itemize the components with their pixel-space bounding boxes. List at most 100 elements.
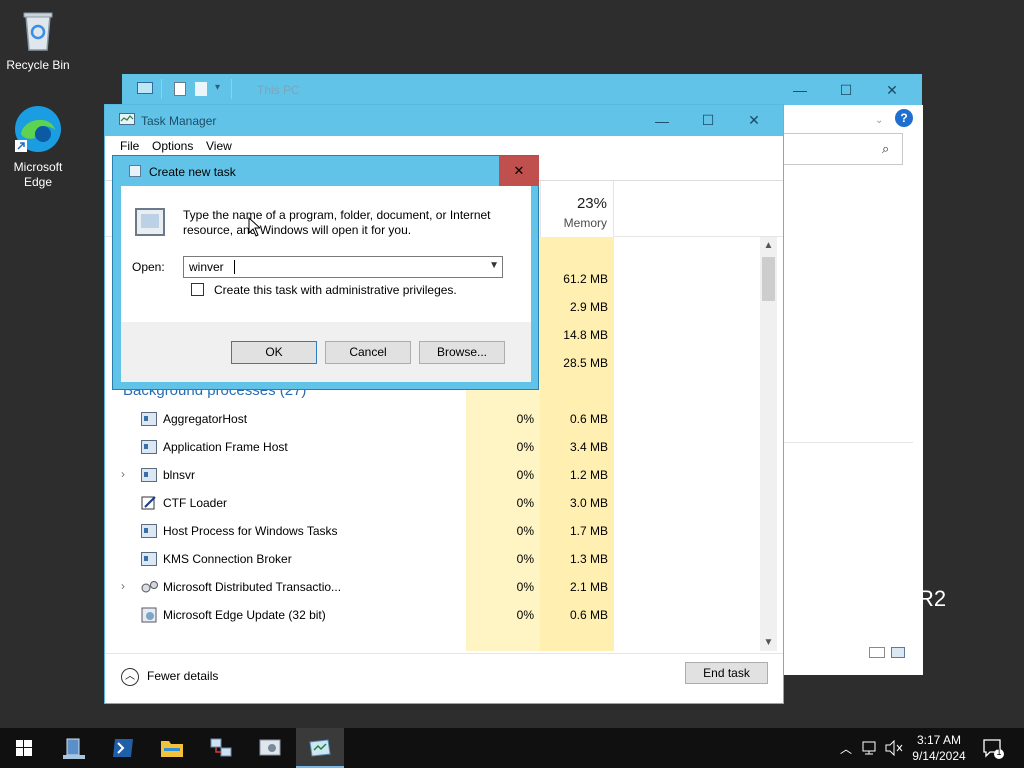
edge-update-icon <box>141 607 157 623</box>
dialog-close-button[interactable]: ✕ <box>499 156 539 186</box>
large-icons-view-icon[interactable] <box>891 647 905 658</box>
task-manager-app-icon <box>119 113 135 125</box>
cancel-button[interactable]: Cancel <box>325 341 411 364</box>
clock-date: 9/14/2024 <box>912 749 966 763</box>
open-combobox[interactable]: winver ▼ <box>183 256 503 278</box>
process-name: CTF Loader <box>163 496 228 510</box>
start-button[interactable] <box>0 728 48 768</box>
network-status-icon[interactable] <box>862 740 880 756</box>
taskbar-file-explorer[interactable] <box>148 728 196 768</box>
process-list-scrollbar[interactable]: ▲ ▼ <box>760 237 777 651</box>
explorer-maximize-button[interactable]: ☐ <box>823 75 869 105</box>
dialog-titlebar[interactable]: Create new task ✕ <box>113 156 539 186</box>
task-manager-titlebar[interactable]: Task Manager — ☐ ✕ <box>105 105 783 136</box>
process-memory: 1.3 MB <box>569 552 608 566</box>
browse-button[interactable]: Browse... <box>419 341 505 364</box>
recycle-bin-label: Recycle Bin <box>6 58 70 72</box>
recycle-bin-icon <box>23 12 53 51</box>
table-row[interactable]: Host Process for Windows Tasks 0% 1.7 MB <box>105 517 760 545</box>
taskbar-powershell[interactable] <box>99 728 147 768</box>
ribbon-expand-icon[interactable]: ⌄ <box>875 115 883 126</box>
explorer-minimize-button[interactable]: — <box>777 75 823 105</box>
process-name: AggregatorHost <box>163 412 248 426</box>
taskbar-clock[interactable]: 3:17 AM 9/14/2024 <box>906 732 972 764</box>
table-row[interactable]: › blnsvr 0% 1.2 MB <box>105 461 760 489</box>
taskbar-network[interactable] <box>197 728 245 768</box>
process-name: Host Process for Windows Tasks <box>163 524 338 538</box>
properties-icon[interactable] <box>174 82 186 96</box>
process-memory: 3.4 MB <box>569 440 608 454</box>
task-manager-close-button[interactable]: ✕ <box>731 105 777 136</box>
expand-chevron-icon[interactable]: › <box>121 579 125 593</box>
dialog-message: Type the name of a program, folder, docu… <box>183 208 491 237</box>
menu-view[interactable]: View <box>206 139 232 153</box>
table-row[interactable]: › Microsoft Distributed Transactio... 0%… <box>105 573 760 601</box>
recycle-bin-shortcut[interactable]: Recycle Bin <box>0 8 76 73</box>
process-memory: 3.0 MB <box>569 496 608 510</box>
dialog-content-area: Type the name of a program, folder, docu… <box>121 186 531 322</box>
explorer-search-box[interactable]: ⌕ <box>783 133 903 165</box>
task-manager-minimize-button[interactable]: — <box>639 105 685 136</box>
fewer-details-label: Fewer details <box>147 669 219 684</box>
process-name: KMS Connection Broker <box>163 552 292 566</box>
task-manager-menubar: File Options View <box>105 136 783 156</box>
taskbar-task-manager[interactable] <box>296 728 344 768</box>
quick-access-dropdown-icon[interactable]: ▾ <box>215 82 220 93</box>
process-cpu: 0% <box>516 608 534 622</box>
taskbar: ︿ 3:17 AM 9/14/2024 1 <box>0 728 1024 768</box>
server-manager-icon <box>63 738 85 759</box>
expand-chevron-icon[interactable]: › <box>121 467 125 481</box>
table-row[interactable]: Microsoft Edge Update (32 bit) 0% 0.6 MB <box>105 601 760 629</box>
toolbar-separator <box>161 79 162 99</box>
pane-divider <box>783 442 913 443</box>
memory-column-header[interactable]: 23% Memory <box>540 181 614 237</box>
details-view-icon[interactable] <box>869 647 885 658</box>
new-folder-icon[interactable] <box>195 82 207 96</box>
table-row[interactable]: AggregatorHost 0% 0.6 MB <box>105 405 760 433</box>
open-input-value[interactable]: winver <box>189 260 224 274</box>
task-manager-maximize-button[interactable]: ☐ <box>685 105 731 136</box>
end-task-button[interactable]: End task <box>685 662 768 684</box>
search-icon[interactable]: ⌕ <box>882 141 889 157</box>
explorer-title: This PC <box>257 83 300 97</box>
scroll-up-arrow-icon[interactable]: ▲ <box>760 237 777 254</box>
admin-privileges-checkbox[interactable] <box>191 283 204 296</box>
task-manager-icon <box>309 739 331 757</box>
chevron-down-icon[interactable]: ▼ <box>489 260 499 271</box>
fewer-details-button[interactable]: ︿ Fewer details <box>121 668 218 686</box>
taskbar-control-panel[interactable] <box>246 728 294 768</box>
menu-options[interactable]: Options <box>152 139 193 153</box>
process-memory: 14.8 MB <box>563 328 608 342</box>
table-row[interactable]: CTF Loader 0% 3.0 MB <box>105 489 760 517</box>
process-memory: 1.2 MB <box>569 468 608 482</box>
this-pc-icon <box>137 82 153 94</box>
explorer-close-button[interactable]: ✕ <box>869 75 915 105</box>
run-icon <box>135 208 165 236</box>
table-row[interactable]: KMS Connection Broker 0% 1.3 MB <box>105 545 760 573</box>
process-memory: 2.9 MB <box>569 300 608 314</box>
menu-file[interactable]: File <box>120 139 139 153</box>
taskbar-server-manager[interactable] <box>50 728 98 768</box>
explorer-content-pane: ⌄ ? <box>783 105 923 675</box>
network-icon <box>210 738 232 757</box>
process-name: Microsoft Edge Update (32 bit) <box>163 608 326 622</box>
create-new-task-dialog[interactable]: Create new task ✕ Type the name of a pro… <box>112 155 539 390</box>
explorer-titlebar[interactable]: ▾ This PC — ☐ ✕ <box>123 75 921 105</box>
edge-icon <box>15 106 61 152</box>
open-label: Open: <box>132 260 165 274</box>
ok-button[interactable]: OK <box>231 341 317 364</box>
process-icon <box>141 468 157 482</box>
help-icon[interactable]: ? <box>895 109 913 127</box>
admin-privileges-label[interactable]: Create this task with administrative pri… <box>214 283 457 297</box>
process-cpu: 0% <box>516 496 534 510</box>
edge-shortcut[interactable]: Microsoft Edge <box>0 104 76 190</box>
notification-count-badge: 1 <box>996 747 1002 757</box>
desktop-watermark: R2 <box>918 586 947 611</box>
dialog-app-icon <box>129 165 141 177</box>
show-hidden-icons-chevron-icon[interactable]: ︿ <box>840 740 852 757</box>
scrollbar-thumb[interactable] <box>762 257 775 301</box>
process-memory: 2.1 MB <box>569 580 608 594</box>
volume-muted-icon[interactable] <box>884 740 904 756</box>
table-row[interactable]: Application Frame Host 0% 3.4 MB <box>105 433 760 461</box>
scroll-down-arrow-icon[interactable]: ▼ <box>760 634 777 651</box>
